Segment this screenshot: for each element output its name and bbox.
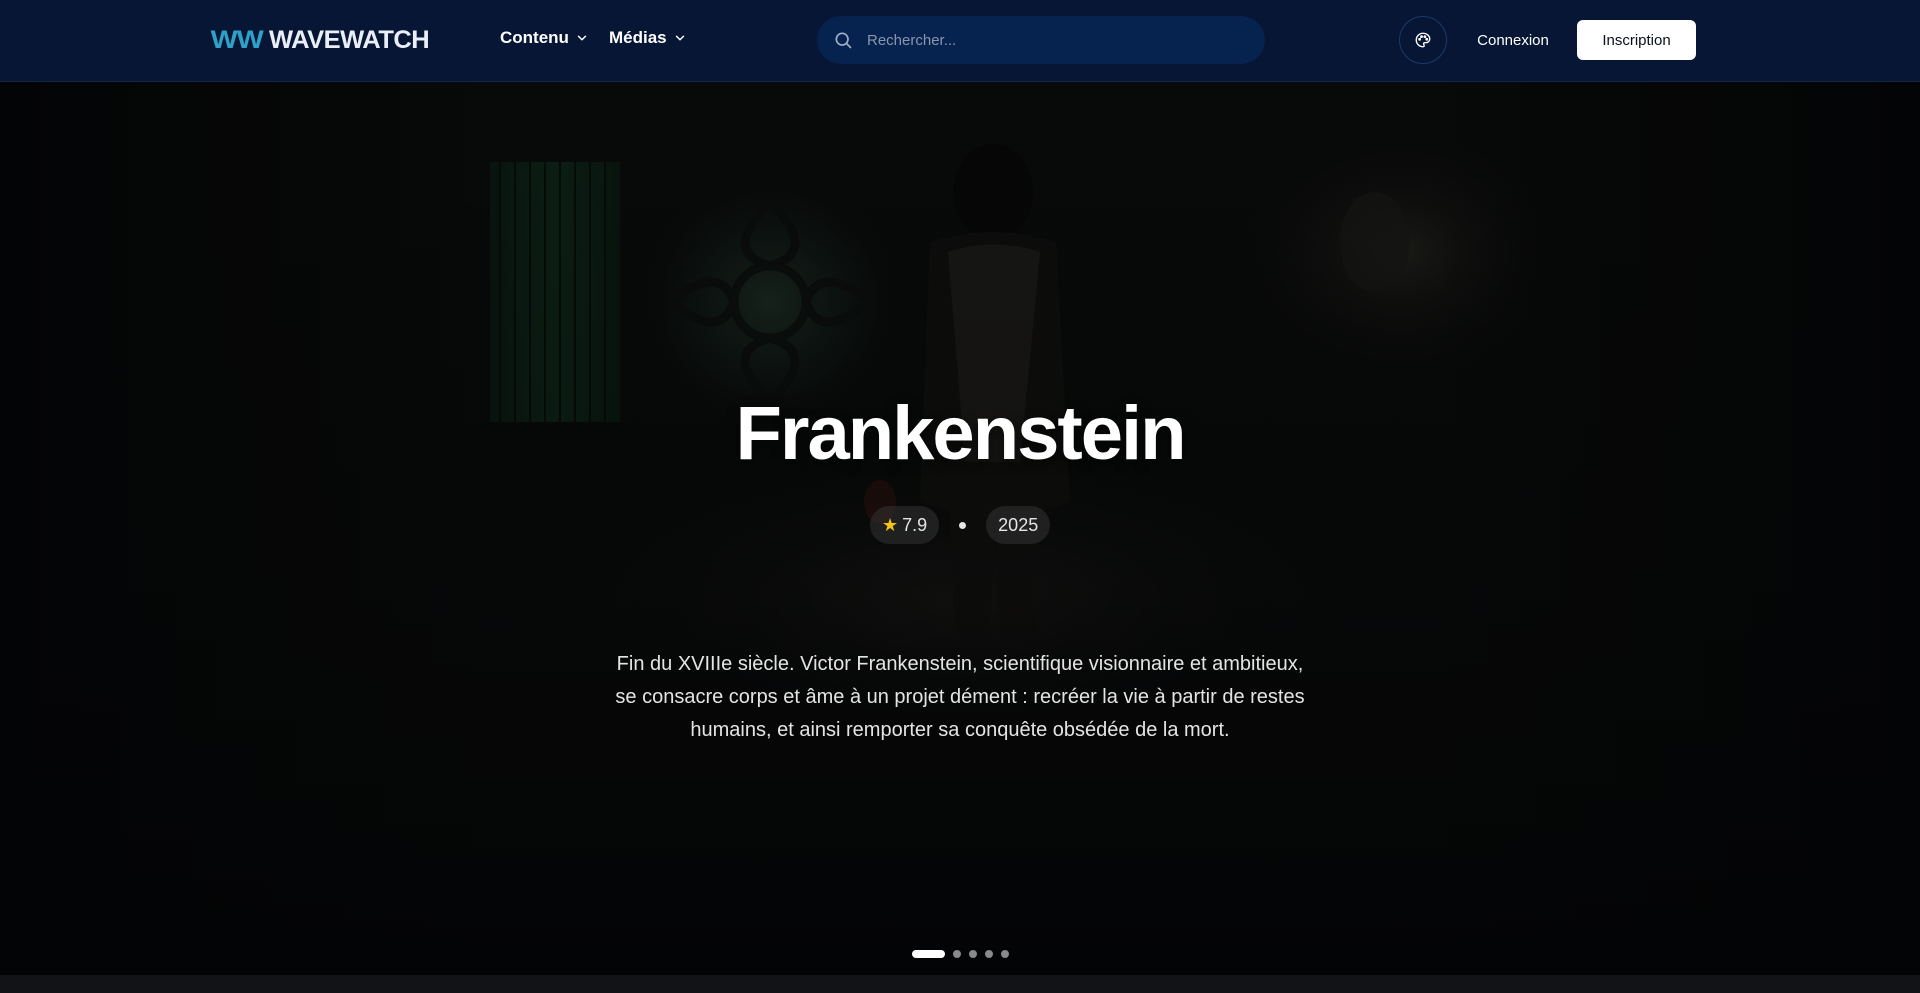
brand-logo[interactable]: WW WAVEWATCH — [210, 25, 430, 54]
chevron-down-icon — [577, 35, 587, 41]
hero-description: Fin du XVIIIe siècle. Victor Frankenstei… — [610, 648, 1310, 747]
hero-meta: ★ 7.9 2025 — [870, 506, 1051, 544]
carousel-dot-1[interactable] — [912, 950, 945, 958]
carousel-dot-4[interactable] — [985, 950, 993, 958]
hero-carousel: Frankenstein ★ 7.9 2025 Fin du XVIIIe si… — [0, 82, 1920, 975]
logo-mark: WW — [210, 25, 264, 54]
content-section-edge — [0, 975, 1920, 993]
star-icon: ★ — [882, 514, 899, 535]
palette-icon — [1415, 32, 1431, 48]
carousel-pagination — [912, 950, 1009, 958]
year-badge: 2025 — [986, 506, 1051, 544]
hero-description-text: Fin du XVIIIe siècle. Victor Frankenstei… — [615, 653, 1305, 741]
nav-menu-label: Contenu — [500, 28, 569, 47]
search-bar — [817, 16, 1265, 64]
theme-palette-button[interactable] — [1399, 16, 1447, 64]
signup-button[interactable]: Inscription — [1577, 20, 1696, 60]
rating-value: 7.9 — [902, 514, 928, 535]
chevron-down-icon — [675, 35, 684, 41]
nav-menu-medias[interactable]: Médias — [609, 28, 687, 48]
search-input[interactable] — [867, 31, 1227, 49]
year-value: 2025 — [998, 514, 1039, 535]
hero-title: Frankenstein — [735, 391, 1186, 476]
nav-menu-label: Médias — [609, 28, 667, 47]
nav-menu-contenu[interactable]: Contenu — [500, 28, 589, 48]
rating-badge: ★ 7.9 — [870, 506, 940, 544]
logo-text: WAVEWATCH — [269, 25, 430, 54]
top-navbar: WW WAVEWATCH Contenu Médias Connexion In… — [0, 0, 1920, 82]
carousel-dot-2[interactable] — [953, 950, 961, 958]
carousel-dot-5[interactable] — [1001, 950, 1009, 958]
search-icon — [835, 32, 852, 49]
carousel-dot-3[interactable] — [969, 950, 977, 958]
meta-separator — [959, 521, 967, 529]
login-button[interactable]: Connexion — [1470, 20, 1556, 60]
